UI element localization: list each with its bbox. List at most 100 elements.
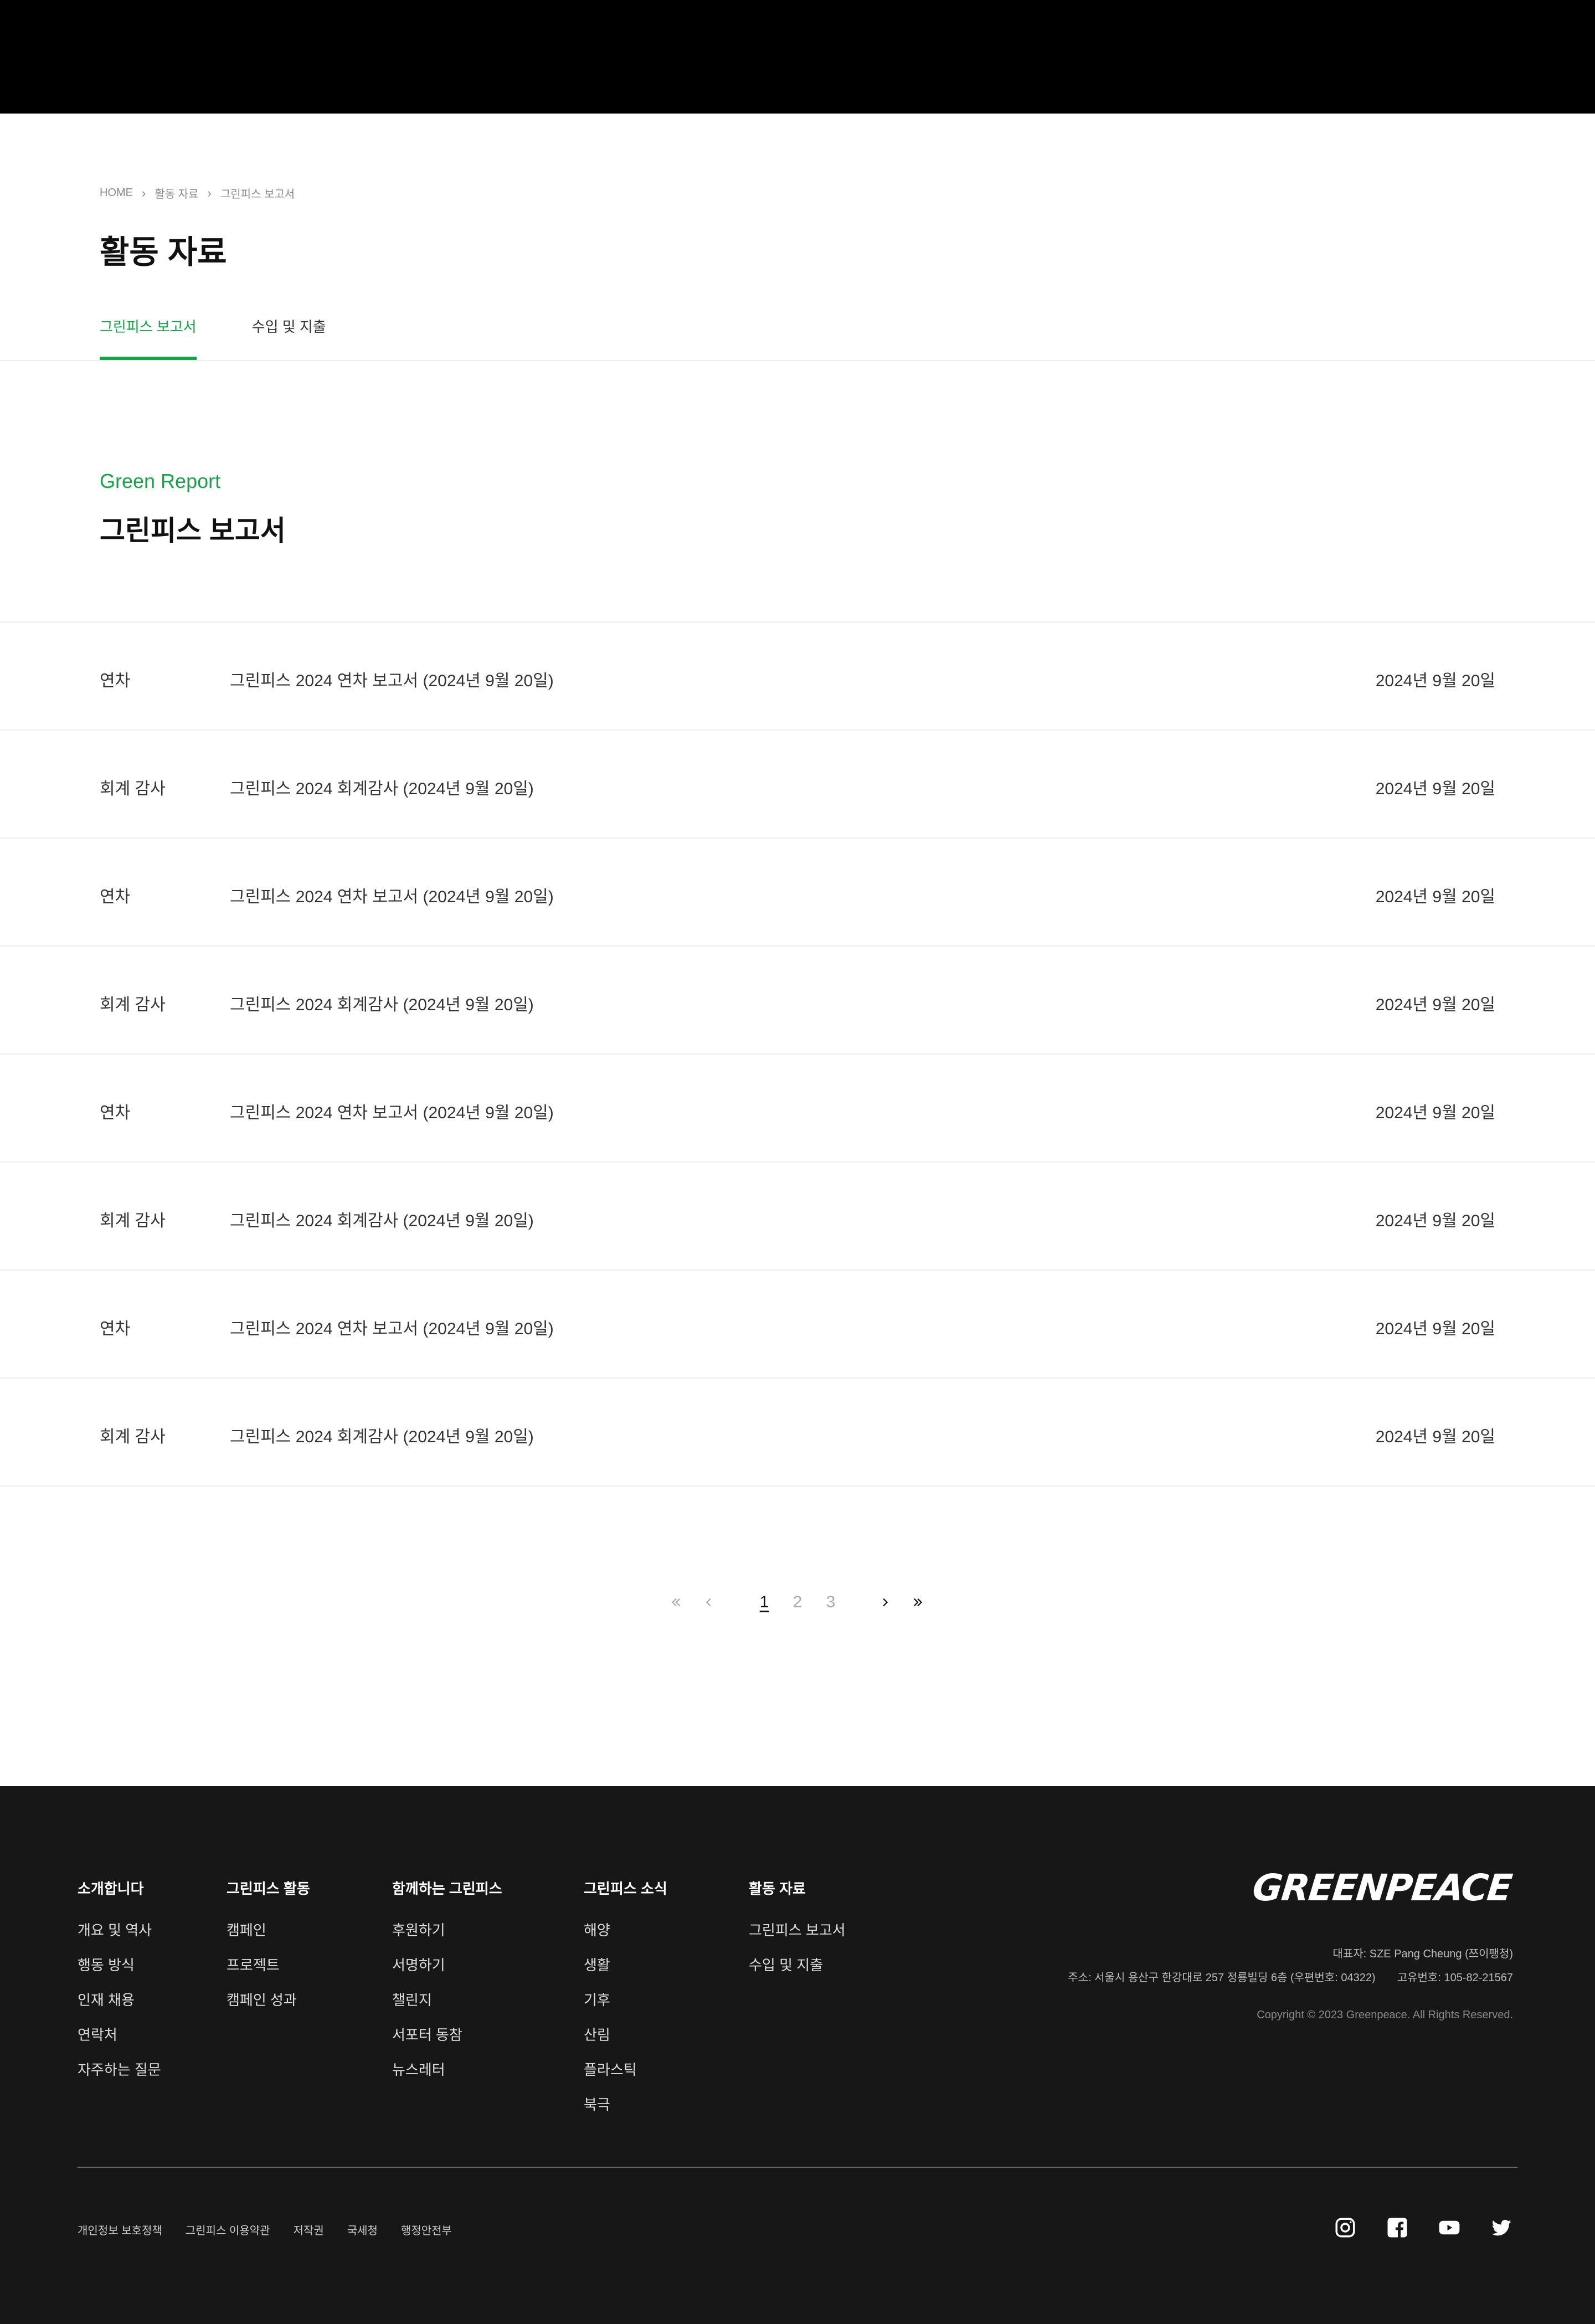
footer-heading: 그린피스 소식 — [584, 1880, 667, 1897]
page-number[interactable]: 3 — [820, 1588, 842, 1616]
mois-link[interactable]: 행정안전부 — [401, 2222, 452, 2238]
list-item[interactable]: 회계 감사 그린피스 2024 회계감사 (2024년 9월 20일) 2024… — [0, 731, 1595, 839]
footer-heading: 함께하는 그린피스 — [392, 1880, 502, 1897]
list-item[interactable]: 연차 그린피스 2024 연차 보고서 (2024년 9월 20일) 2024년… — [0, 1055, 1595, 1163]
breadcrumb-activity[interactable]: 활동 자료 — [155, 185, 198, 201]
page-title: 활동 자료 — [100, 234, 227, 270]
copyright-link[interactable]: 저작권 — [294, 2222, 324, 2238]
breadcrumb: HOME › 활동 자료 › 그린피스 보고서 — [100, 185, 295, 201]
youtube-icon[interactable] — [1438, 2216, 1461, 2239]
address-info: 주소: 서울시 용산구 한강대로 257 정룡빌딩 6층 (우편번호: 0432… — [1068, 1968, 1513, 1984]
footer-link[interactable]: 연락처 — [78, 2024, 161, 2044]
footer-link[interactable]: 플라스틱 — [584, 2059, 667, 2079]
report-title[interactable]: 그린피스 2024 회계감사 (2024년 9월 20일) — [230, 991, 534, 1015]
footer-column-join: 함께하는 그린피스 후원하기 서명하기 챌린지 서포터 동참 뉴스레터 — [392, 1878, 502, 2094]
footer-link[interactable]: 서명하기 — [392, 1954, 502, 1975]
footer-link[interactable]: 후원하기 — [392, 1919, 502, 1940]
footer-link[interactable]: 캠페인 — [227, 1919, 310, 1940]
list-item[interactable]: 연차 그린피스 2024 연차 보고서 (2024년 9월 20일) 2024년… — [0, 623, 1595, 731]
chevron-right-icon: › — [142, 186, 146, 200]
top-header-bar — [0, 0, 1595, 114]
address-text: 주소: 서울시 용산구 한강대로 257 정룡빌딩 6층 (우편번호: 0432… — [1068, 1972, 1376, 1984]
footer-link[interactable]: 그린피스 보고서 — [749, 1919, 846, 1940]
tab-bar: 그린피스 보고서 수입 및 지출 — [100, 316, 326, 360]
social-links — [1334, 2216, 1513, 2239]
footer-policy-links: 개인정보 보호정책 그린피스 이용약관 저작권 국세청 행정안전부 — [78, 2222, 452, 2238]
footer-link[interactable]: 산림 — [584, 2024, 667, 2044]
page-number-current[interactable]: 1 — [753, 1588, 775, 1616]
report-category: 회계 감사 — [100, 780, 166, 798]
footer-column-about: 소개합니다 개요 및 역사 행동 방식 인재 채용 연락처 자주하는 질문 — [78, 1878, 161, 2094]
footer-link[interactable]: 기후 — [584, 1989, 667, 2009]
report-date: 2024년 9월 20일 — [1375, 1104, 1495, 1122]
footer-link[interactable]: 행동 방식 — [78, 1954, 161, 1975]
report-category: 연차 — [100, 1104, 131, 1122]
next-page-icon[interactable] — [874, 1588, 896, 1616]
footer-heading: 활동 자료 — [749, 1880, 806, 1897]
twitter-icon[interactable] — [1490, 2216, 1513, 2239]
pagination: 1 2 3 — [0, 1588, 1595, 1616]
tab-income-expense[interactable]: 수입 및 지출 — [252, 316, 326, 360]
breadcrumb-current: 그린피스 보고서 — [220, 188, 295, 200]
tab-greenpeace-report[interactable]: 그린피스 보고서 — [100, 316, 197, 360]
prev-page-icon[interactable] — [698, 1588, 720, 1616]
report-date: 2024년 9월 20일 — [1375, 672, 1495, 690]
footer-link[interactable]: 프로젝트 — [227, 1954, 310, 1975]
footer-link[interactable]: 캠페인 성과 — [227, 1989, 310, 2009]
facebook-icon[interactable] — [1386, 2216, 1409, 2239]
privacy-policy-link[interactable]: 개인정보 보호정책 — [78, 2222, 162, 2238]
footer-divider — [78, 2167, 1517, 2168]
report-date: 2024년 9월 20일 — [1375, 1212, 1495, 1230]
report-category: 연차 — [100, 1320, 131, 1338]
footer-link[interactable]: 북극 — [584, 2094, 667, 2114]
list-item[interactable]: 회계 감사 그린피스 2024 회계감사 (2024년 9월 20일) 2024… — [0, 947, 1595, 1055]
copyright: Copyright © 2023 Greenpeace. All Rights … — [1257, 2009, 1513, 2021]
section-eyebrow: Green Report — [100, 470, 221, 492]
breadcrumb-home[interactable]: HOME — [100, 187, 133, 199]
report-category: 회계 감사 — [100, 1428, 166, 1446]
footer-link[interactable]: 생활 — [584, 1954, 667, 1975]
footer-heading: 소개합니다 — [78, 1880, 144, 1897]
footer-link[interactable]: 해양 — [584, 1919, 667, 1940]
list-item[interactable]: 회계 감사 그린피스 2024 회계감사 (2024년 9월 20일) 2024… — [0, 1379, 1595, 1487]
footer-link[interactable]: 챌린지 — [392, 1989, 502, 2009]
report-category: 회계 감사 — [100, 1212, 166, 1230]
chevron-right-icon: › — [207, 186, 212, 200]
footer-link[interactable]: 서포터 동참 — [392, 2024, 502, 2044]
footer-link[interactable]: 수입 및 지출 — [749, 1954, 846, 1975]
first-page-icon[interactable] — [665, 1588, 687, 1616]
instagram-icon[interactable] — [1334, 2216, 1357, 2239]
footer-link[interactable]: 자주하는 질문 — [78, 2059, 161, 2079]
report-title[interactable]: 그린피스 2024 연차 보고서 (2024년 9월 20일) — [230, 1315, 554, 1339]
report-title[interactable]: 그린피스 2024 회계감사 (2024년 9월 20일) — [230, 1423, 534, 1447]
page-number[interactable]: 2 — [786, 1588, 809, 1616]
tab-divider — [0, 360, 1595, 361]
report-category: 회계 감사 — [100, 996, 166, 1014]
terms-link[interactable]: 그린피스 이용약관 — [186, 2222, 270, 2238]
last-page-icon[interactable] — [907, 1588, 929, 1616]
footer-column-activities: 그린피스 활동 캠페인 프로젝트 캠페인 성과 — [227, 1878, 310, 2024]
report-title[interactable]: 그린피스 2024 연차 보고서 (2024년 9월 20일) — [230, 667, 554, 691]
report-date: 2024년 9월 20일 — [1375, 780, 1495, 798]
report-date: 2024년 9월 20일 — [1375, 888, 1495, 906]
report-category: 연차 — [100, 672, 131, 690]
list-item[interactable]: 연차 그린피스 2024 연차 보고서 (2024년 9월 20일) 2024년… — [0, 1271, 1595, 1379]
report-list: 연차 그린피스 2024 연차 보고서 (2024년 9월 20일) 2024년… — [0, 621, 1595, 1487]
greenpeace-logo[interactable]: GREENPEACE — [1251, 1867, 1514, 1909]
footer-link[interactable]: 개요 및 역사 — [78, 1919, 161, 1940]
report-title[interactable]: 그린피스 2024 연차 보고서 (2024년 9월 20일) — [230, 1099, 554, 1123]
report-title[interactable]: 그린피스 2024 연차 보고서 (2024년 9월 20일) — [230, 883, 554, 907]
report-title[interactable]: 그린피스 2024 회계감사 (2024년 9월 20일) — [230, 775, 534, 799]
representative-info: 대표자: SZE Pang Cheung (쯔이팽청) — [1332, 1948, 1513, 1960]
footer-heading: 그린피스 활동 — [227, 1880, 310, 1897]
nts-link[interactable]: 국세청 — [347, 2222, 378, 2238]
list-item[interactable]: 회계 감사 그린피스 2024 회계감사 (2024년 9월 20일) 2024… — [0, 1163, 1595, 1271]
footer-column-resources: 활동 자료 그린피스 보고서 수입 및 지출 — [749, 1878, 846, 1989]
list-item[interactable]: 연차 그린피스 2024 연차 보고서 (2024년 9월 20일) 2024년… — [0, 839, 1595, 947]
report-category: 연차 — [100, 888, 131, 906]
report-title[interactable]: 그린피스 2024 회계감사 (2024년 9월 20일) — [230, 1207, 534, 1231]
footer-link[interactable]: 인재 채용 — [78, 1989, 161, 2009]
footer: 소개합니다 개요 및 역사 행동 방식 인재 채용 연락처 자주하는 질문 그린… — [0, 1786, 1595, 2324]
report-date: 2024년 9월 20일 — [1375, 1428, 1495, 1446]
footer-link[interactable]: 뉴스레터 — [392, 2059, 502, 2079]
